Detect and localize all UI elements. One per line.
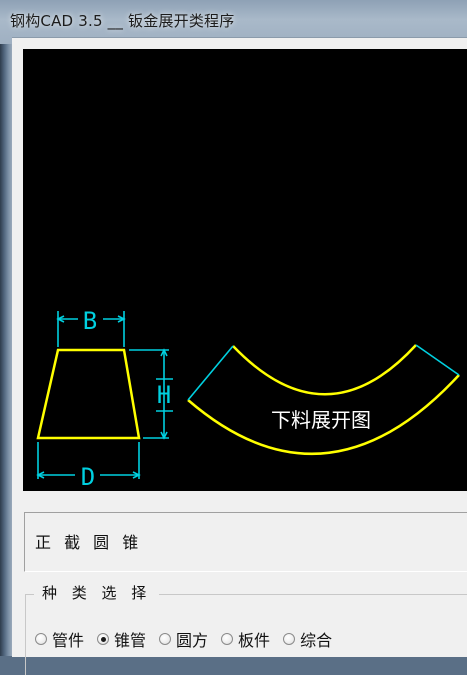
unfold-left-edge [187,345,234,401]
radio-pipe-circle[interactable] [35,633,47,645]
window-title: 钢构CAD 3.5 __ 钣金展开类程序 [10,12,235,30]
frustum-shape [36,348,141,440]
category-legend: 种 类 选 择 [34,582,160,603]
category-radio-group: 管件 锥管 圆方 板件 综合 [35,627,345,651]
radio-cone-pipe[interactable]: 锥管 [97,627,146,651]
radio-combined[interactable]: 综合 [283,627,332,651]
radio-round-square[interactable]: 圆方 [159,627,208,651]
radio-plate-circle[interactable] [221,633,234,645]
unfold-label: 下料展开图 [271,408,371,432]
radio-round-square-circle[interactable] [159,633,172,645]
radio-pipe-label: 管件 [52,631,85,650]
radio-combined-circle[interactable] [283,633,296,645]
radio-round-square-label: 圆方 [176,631,209,650]
drawing-canvas: B D H 下料展开图 [23,49,467,491]
radio-plate[interactable]: 板件 [221,627,270,651]
unfold-right-edge [415,344,460,376]
radio-combined-label: 综合 [300,631,333,650]
category-groupbox: 种 类 选 择 管件 锥管 圆方 板件 综合 [25,582,467,675]
window-left-edge [0,0,12,656]
dimension-d-label: D [81,463,95,491]
dimension-h-label: H [157,381,171,409]
dimension-b-label: B [83,307,97,335]
window-client-area: B D H 下料展开图 正 截 圆 锥 种 类 选 择 管件 锥管 圆方 板件 … [12,37,467,675]
unfold-inner-arc [232,344,417,396]
shape-info-panel: 正 截 圆 锥 [24,512,467,572]
drawing-svg: B D H 下料展开图 [36,307,460,491]
radio-cone-pipe-circle[interactable] [97,633,110,645]
radio-cone-pipe-label: 锥管 [114,631,147,650]
shape-name: 正 截 圆 锥 [35,533,143,552]
radio-pipe[interactable]: 管件 [35,627,84,651]
radio-plate-label: 板件 [238,631,271,650]
